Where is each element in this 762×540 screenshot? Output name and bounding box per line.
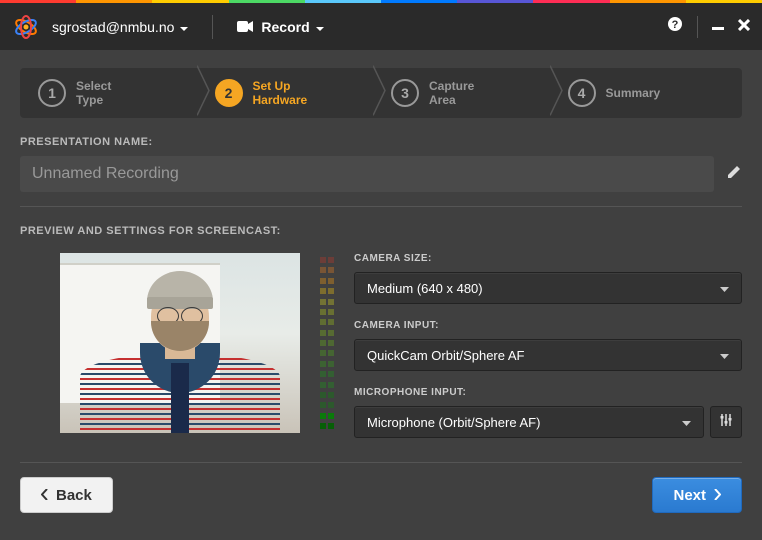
record-label: Record	[261, 19, 309, 35]
close-icon[interactable]	[738, 18, 750, 36]
camera-size-value: Medium (640 x 480)	[367, 281, 483, 296]
camera-size-dropdown[interactable]: Medium (640 x 480)	[354, 272, 742, 304]
meter-segment	[320, 361, 334, 367]
topbar-divider	[212, 15, 213, 39]
camera-input-dropdown[interactable]: QuickCam Orbit/Sphere AF	[354, 339, 742, 371]
caret-down-icon	[682, 415, 691, 430]
window-color-strip	[0, 0, 762, 3]
camera-icon	[237, 19, 253, 35]
caret-down-icon	[720, 348, 729, 363]
minimize-icon[interactable]	[712, 18, 724, 36]
step-label: CaptureArea	[429, 79, 474, 108]
meter-segment	[320, 330, 334, 336]
chevron-right-icon	[714, 487, 721, 504]
preview-settings-label: PREVIEW AND SETTINGS FOR SCREENCAST:	[20, 225, 742, 237]
meter-segment	[320, 278, 334, 284]
caret-down-icon	[316, 19, 324, 35]
meter-segment	[320, 413, 334, 419]
wizard-step-2[interactable]: 2 Set UpHardware	[205, 79, 382, 108]
top-bar: sgrostad@nmbu.no Record ?	[0, 3, 762, 50]
step-number: 3	[391, 79, 419, 107]
window-controls: ?	[667, 16, 750, 38]
topbar-divider	[697, 16, 698, 38]
meter-segment	[320, 267, 334, 273]
chevron-left-icon	[41, 487, 48, 504]
next-label: Next	[673, 487, 706, 504]
app-logo-icon	[12, 13, 40, 41]
meter-segment	[320, 309, 334, 315]
step-number: 2	[215, 79, 243, 107]
meter-segment	[320, 402, 334, 408]
microphone-input-dropdown[interactable]: Microphone (Orbit/Sphere AF)	[354, 406, 704, 438]
microphone-input-label: MICROPHONE INPUT:	[354, 387, 742, 398]
step-label: Set UpHardware	[253, 79, 308, 108]
meter-segment	[320, 382, 334, 388]
camera-input-label: CAMERA INPUT:	[354, 320, 742, 331]
svg-text:?: ?	[672, 19, 679, 31]
step-label: Summary	[606, 86, 661, 100]
divider	[20, 206, 742, 207]
sliders-icon	[719, 413, 733, 432]
step-label: SelectType	[76, 79, 111, 108]
wizard-steps: 1 SelectType 2 Set UpHardware 3 CaptureArea 4S…	[20, 68, 742, 118]
camera-size-label: CAMERA SIZE:	[354, 253, 742, 264]
meter-segment	[320, 392, 334, 398]
camera-input-value: QuickCam Orbit/Sphere AF	[367, 348, 525, 363]
microphone-settings-button[interactable]	[710, 406, 742, 438]
presentation-name-input[interactable]	[20, 156, 714, 192]
step-number: 4	[568, 79, 596, 107]
meter-segment	[320, 350, 334, 356]
meter-segment	[320, 299, 334, 305]
meter-segment	[320, 257, 334, 263]
back-label: Back	[56, 487, 92, 504]
meter-segment	[320, 288, 334, 294]
wizard-step-1[interactable]: 1 SelectType	[28, 79, 205, 108]
caret-down-icon	[180, 19, 188, 35]
meter-segment	[320, 423, 334, 429]
meter-segment	[320, 340, 334, 346]
user-email: sgrostad@nmbu.no	[52, 19, 174, 35]
record-menu[interactable]: Record	[237, 19, 323, 35]
presentation-name-label: PRESENTATION NAME:	[20, 136, 742, 148]
meter-segment	[320, 371, 334, 377]
microphone-input-value: Microphone (Orbit/Sphere AF)	[367, 415, 540, 430]
camera-preview	[60, 253, 300, 433]
wizard-step-4[interactable]: 4 Summary	[558, 79, 735, 107]
help-icon[interactable]: ?	[667, 16, 683, 37]
meter-segment	[320, 319, 334, 325]
pencil-icon[interactable]	[726, 164, 742, 185]
step-number: 1	[38, 79, 66, 107]
back-button[interactable]: Back	[20, 477, 113, 513]
audio-level-meter	[320, 253, 334, 429]
user-menu[interactable]: sgrostad@nmbu.no	[52, 19, 188, 35]
next-button[interactable]: Next	[652, 477, 742, 513]
wizard-step-3[interactable]: 3 CaptureArea	[381, 79, 558, 108]
caret-down-icon	[720, 281, 729, 296]
